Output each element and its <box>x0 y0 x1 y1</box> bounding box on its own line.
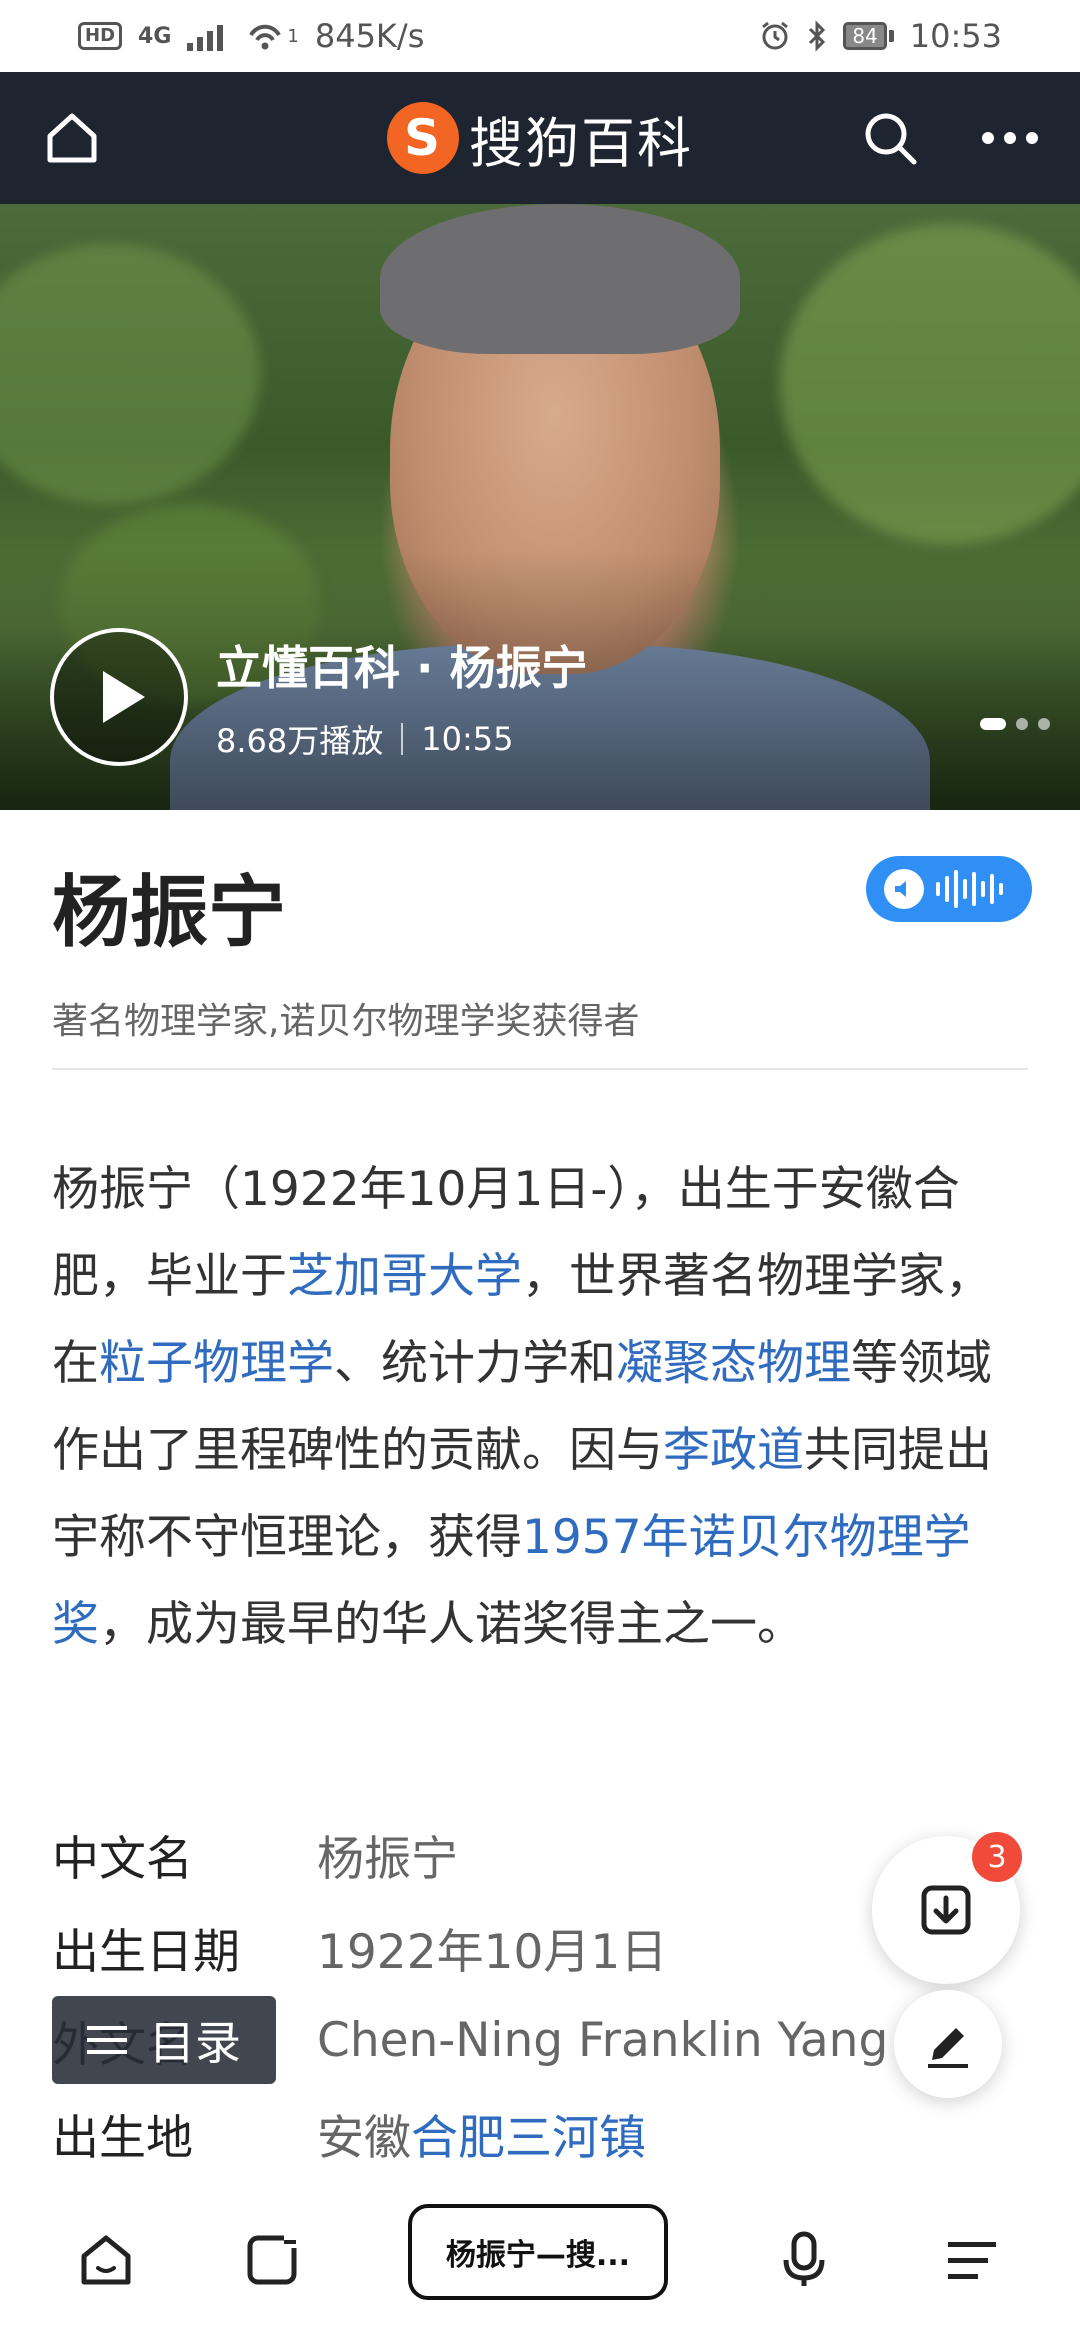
battery-level: 84 <box>852 24 878 48</box>
meta-divider <box>401 723 404 755</box>
wifi-icon <box>249 24 282 50</box>
pencil-icon <box>928 2028 968 2068</box>
sogou-logo: S <box>387 102 459 174</box>
video-title: 立懂百科 · 杨振宁 <box>216 641 588 695</box>
link-chicago-university[interactable]: 芝加哥大学 <box>287 1249 522 1304</box>
clock: 10:53 <box>909 17 1002 55</box>
foliage-decoration <box>780 224 1080 544</box>
bottom-nav: 杨振宁—搜... <box>0 2180 1080 2340</box>
video-info: 立懂百科 · 杨振宁 8.68万播放 10:55 <box>216 632 588 762</box>
listen-button[interactable] <box>866 856 1032 922</box>
battery-indicator: 84 <box>843 22 887 50</box>
link-birthplace[interactable]: 合肥三河镇 <box>411 2111 646 2166</box>
play-icon <box>103 671 145 723</box>
foliage-decoration <box>0 244 260 504</box>
brand-name: 搜狗百科 <box>469 111 693 175</box>
info-key: 出生地 <box>52 2111 193 2166</box>
status-right: 84 10:53 <box>759 17 1002 55</box>
carousel-indicator <box>980 718 1050 730</box>
current-tab-button[interactable]: 杨振宁—搜... <box>408 2204 668 2300</box>
info-key: 中文名 <box>52 1832 193 1887</box>
edit-button[interactable] <box>894 1990 1002 2098</box>
nav-menu-button[interactable] <box>932 2220 1012 2300</box>
search-button[interactable] <box>830 72 950 204</box>
network-speed: 845K/s <box>314 17 425 55</box>
link-condensed-matter[interactable]: 凝聚态物理 <box>616 1336 851 1391</box>
hero-video[interactable]: 立懂百科 · 杨振宁 8.68万播放 10:55 <box>0 204 1080 810</box>
tabs-icon <box>247 2234 298 2285</box>
info-value: 1922年10月1日 <box>317 1925 668 1980</box>
home-icon <box>81 2235 131 2285</box>
hd-badge: HD <box>78 22 123 50</box>
entry-subtitle: 著名物理学家,诺贝尔物理学奖获得者 <box>52 1001 640 1042</box>
entry-header: 杨振宁 著名物理学家,诺贝尔物理学奖获得者 <box>52 850 1032 1044</box>
speaker-icon <box>884 869 924 909</box>
summary-text: 、统计力学和 <box>334 1336 616 1391</box>
search-icon <box>865 113 917 165</box>
info-table: 中文名 杨振宁 出生日期 1922年10月1日 外文名 Chen-Ning Fr… <box>52 1808 1032 2180</box>
nav-home-button[interactable] <box>66 2220 146 2300</box>
carousel-dot <box>1016 718 1028 730</box>
download-badge: 3 <box>972 1832 1022 1882</box>
voice-search-button[interactable] <box>764 2220 844 2300</box>
link-li-zhengdao[interactable]: 李政道 <box>663 1423 804 1478</box>
download-button[interactable]: 3 <box>872 1832 1022 1984</box>
signal-icon <box>187 25 224 51</box>
audio-wave-icon <box>936 870 1003 908</box>
carousel-dot <box>980 718 1006 730</box>
alarm-icon <box>762 21 789 50</box>
toc-button[interactable]: 目录 <box>52 1996 276 2084</box>
app-header: S 搜狗百科 <box>0 72 1080 204</box>
home-icon <box>47 113 97 163</box>
microphone-icon <box>783 2231 825 2286</box>
summary-paragraph: 杨振宁（1922年10月1日-），出生于安徽合肥，毕业于芝加哥大学，世界著名物理… <box>52 1146 1032 1668</box>
info-key: 出生日期 <box>52 1925 240 1980</box>
info-row: 出生地 安徽合肥三河镇 <box>52 2087 1032 2180</box>
info-value: Chen-Ning Franklin Yang <box>317 2013 889 2068</box>
info-value: 杨振宁 <box>317 1832 458 1887</box>
birthplace-prefix: 安徽 <box>317 2111 411 2166</box>
more-button[interactable] <box>950 72 1070 204</box>
section-divider <box>52 1068 1028 1070</box>
play-count: 8.68万播放 <box>216 722 384 760</box>
wifi-superscript: 1 <box>287 25 299 47</box>
video-duration: 10:55 <box>421 720 514 758</box>
download-icon <box>921 1885 971 1935</box>
menu-icon <box>87 2026 127 2054</box>
bluetooth-icon <box>809 20 826 52</box>
video-meta: 8.68万播放 10:55 <box>216 716 588 762</box>
link-particle-physics[interactable]: 粒子物理学 <box>99 1336 334 1391</box>
info-value: 安徽合肥三河镇 <box>317 2099 646 2168</box>
status-bar: HD 4G 1 845K/s 84 10:53 <box>0 0 1080 72</box>
play-button[interactable] <box>50 628 188 766</box>
menu-icon <box>948 2242 996 2279</box>
nav-tabs-button[interactable] <box>232 2220 312 2300</box>
network-type: 4G <box>138 23 172 49</box>
battery-tip <box>888 30 894 42</box>
status-left: HD 4G 1 845K/s <box>78 17 424 55</box>
summary-text: ，成为最早的华人诺奖得主之一。 <box>99 1597 804 1652</box>
home-button[interactable] <box>12 72 132 204</box>
carousel-dot <box>1038 718 1050 730</box>
brand-logo-group: S 搜狗百科 <box>387 99 693 178</box>
toc-label: 目录 <box>149 2016 241 2070</box>
more-icon <box>982 132 1038 144</box>
portrait-hair <box>380 204 740 354</box>
